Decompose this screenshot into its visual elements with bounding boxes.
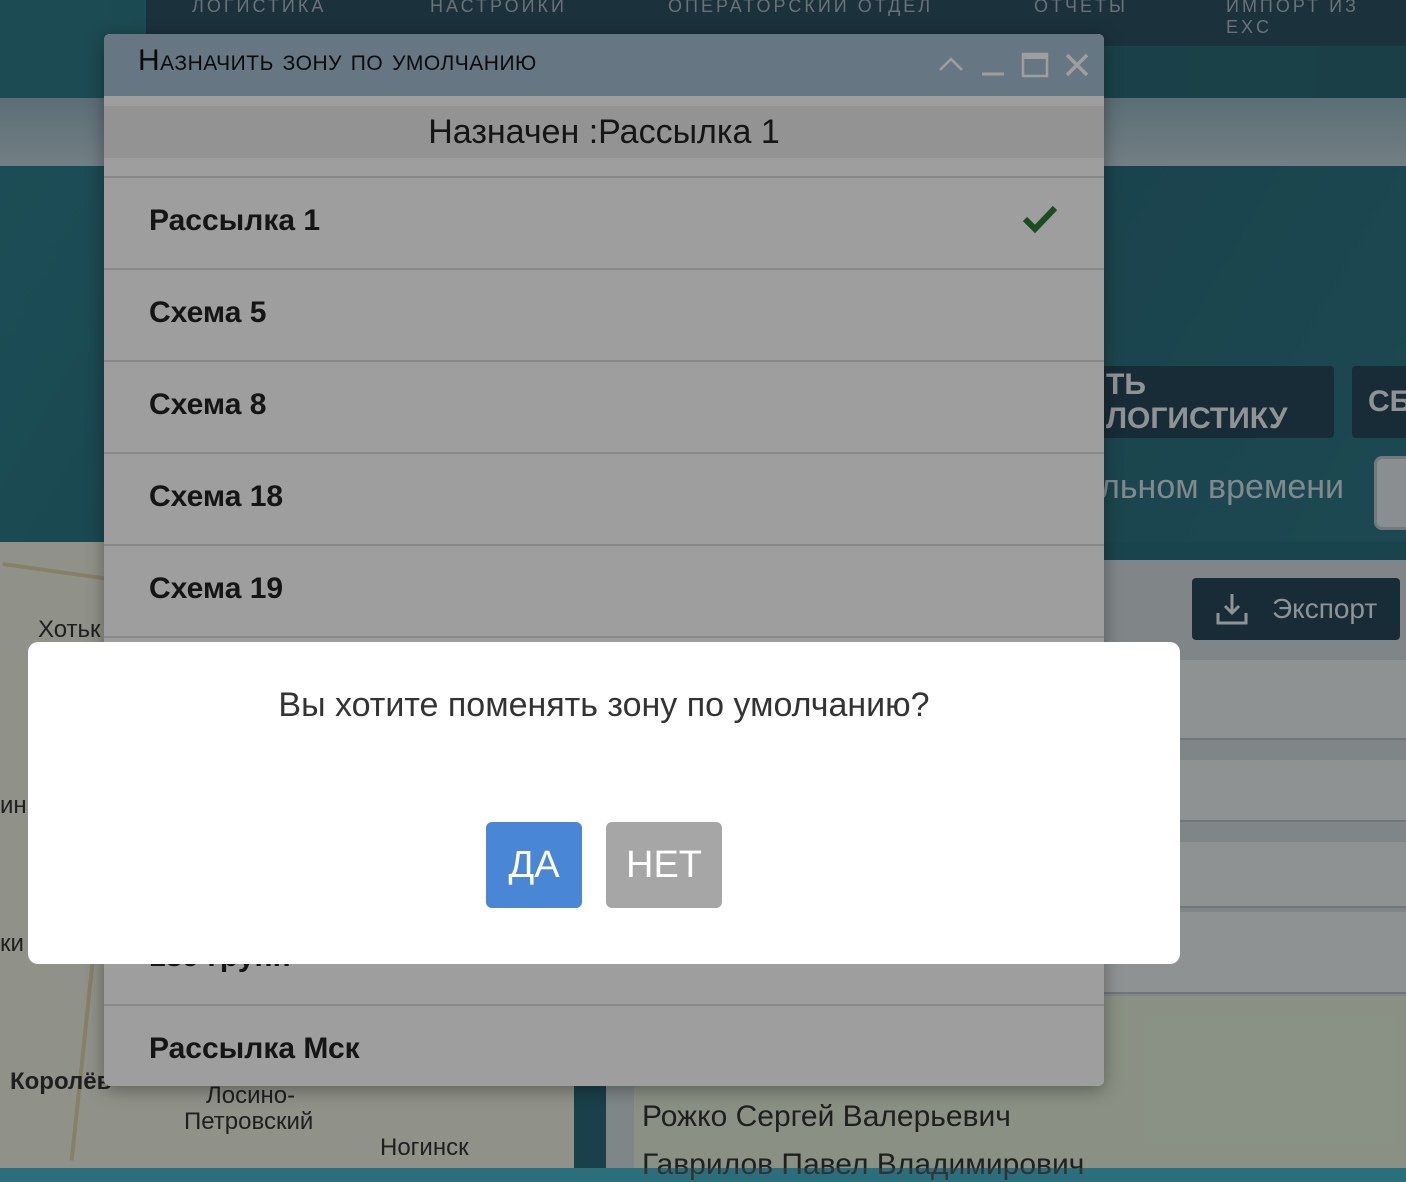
no-button[interactable]: НЕТ — [606, 822, 722, 908]
confirm-dialog: Вы хотите поменять зону по умолчанию? ДА… — [28, 642, 1180, 964]
yes-button[interactable]: ДА — [486, 822, 582, 908]
confirm-question: Вы хотите поменять зону по умолчанию? — [278, 686, 930, 724]
